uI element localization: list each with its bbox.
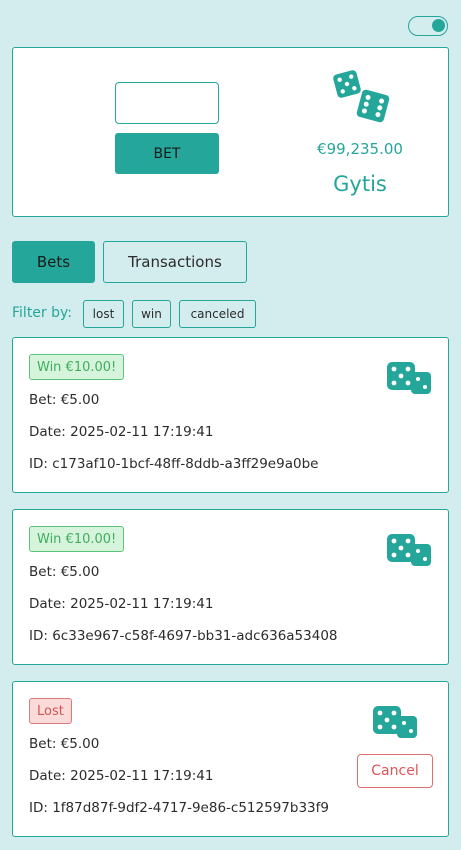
bet-card: Lost Bet: €5.00 Date: 2025-02-11 17:19:4… xyxy=(12,681,449,837)
bet-date: Date: 2025-02-11 17:19:41 xyxy=(29,596,214,612)
bet-button[interactable]: BET xyxy=(115,133,219,174)
bet-card: Win €10.00! Bet: €5.00 Date: 2025-02-11 … xyxy=(12,337,449,493)
filter-canceled[interactable]: canceled xyxy=(179,300,256,328)
status-badge: Lost xyxy=(29,698,72,724)
bet-amount-input[interactable] xyxy=(115,82,219,124)
balance-amount: €99,235.00 xyxy=(317,140,403,158)
bet-amount: Bet: €5.00 xyxy=(29,736,100,752)
dice-icon xyxy=(333,70,390,123)
filter-win[interactable]: win xyxy=(132,300,171,328)
bet-id: ID: 1f87d87f-9df2-4717-9e86-c512597b33f9 xyxy=(29,800,329,816)
theme-toggle[interactable] xyxy=(408,16,448,36)
toggle-knob xyxy=(432,19,445,32)
bet-amount: Bet: €5.00 xyxy=(29,564,100,580)
dice-icon xyxy=(387,534,431,566)
bet-date: Date: 2025-02-11 17:19:41 xyxy=(29,768,214,784)
cancel-bet-button[interactable]: Cancel xyxy=(357,754,433,788)
status-badge: Win €10.00! xyxy=(29,526,125,552)
status-badge: Win €10.00! xyxy=(29,354,125,380)
tab-bets[interactable]: Bets xyxy=(12,241,95,283)
bet-id: ID: 6c33e967-c58f-4697-bb31-adc636a53408 xyxy=(29,628,338,644)
bet-date: Date: 2025-02-11 17:19:41 xyxy=(29,424,214,440)
tab-transactions[interactable]: Transactions xyxy=(103,241,247,283)
filter-lost[interactable]: lost xyxy=(83,300,124,328)
bet-card: Win €10.00! Bet: €5.00 Date: 2025-02-11 … xyxy=(12,509,449,665)
filter-label: Filter by: xyxy=(12,305,72,321)
dice-icon xyxy=(387,362,431,394)
bet-id: ID: c173af10-1bcf-48ff-8ddb-a3ff29e9a0be xyxy=(29,456,319,472)
dice-icon xyxy=(373,706,417,738)
play-panel: BET €99,235.00 Gytis xyxy=(12,47,449,217)
username: Gytis xyxy=(333,172,387,196)
bet-amount: Bet: €5.00 xyxy=(29,392,100,408)
